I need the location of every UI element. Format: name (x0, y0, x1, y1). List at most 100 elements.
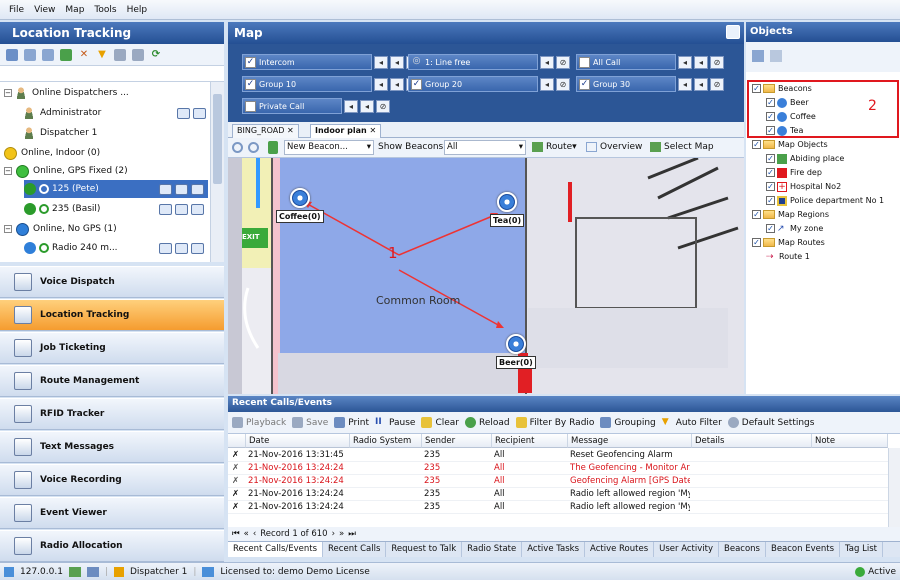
tab-recent-calls-events[interactable]: Recent Calls/Events (228, 542, 324, 557)
message-button[interactable] (175, 203, 188, 215)
checkbox-icon[interactable] (245, 100, 256, 112)
col-sender[interactable]: Sender (422, 434, 492, 448)
volume-icon[interactable]: ◂ (374, 77, 388, 91)
checkbox-checked-icon[interactable]: ✓ (752, 140, 761, 149)
tree-online-no-gps[interactable]: − Online, No GPS (1) (4, 220, 117, 238)
tree-online-gps[interactable]: − Online, GPS Fixed (2) (4, 162, 128, 180)
tools-icon[interactable]: ✕ (78, 49, 90, 61)
tab-beacon-events[interactable]: Beacon Events (766, 542, 840, 557)
menu-file[interactable]: File (4, 5, 29, 15)
first-record-icon[interactable]: ⏮ (232, 529, 240, 539)
call-button[interactable] (191, 242, 204, 254)
beacon-beer[interactable]: Beer(0) (496, 334, 536, 369)
table-row[interactable]: ✗ 21-Nov-2016 13:24:24 235 All The Geofe… (228, 462, 888, 475)
checkbox-checked-icon[interactable]: ✓ (752, 238, 761, 247)
tab-user-activity[interactable]: User Activity (654, 542, 720, 557)
checkbox-checked-icon[interactable]: ✓ (752, 210, 761, 219)
col-date[interactable]: Date (246, 434, 350, 448)
col-radio-system[interactable]: Radio System (350, 434, 422, 448)
beacon-tea[interactable]: Tea(0) (490, 192, 525, 227)
block-icon[interactable]: ⊘ (376, 99, 390, 113)
prev-page-icon[interactable]: « (244, 529, 249, 539)
mute-icon[interactable]: ◂ (360, 99, 374, 113)
obj-abiding-place[interactable]: ✓ Abiding place (766, 152, 844, 165)
table-scrollbar[interactable] (888, 448, 900, 528)
nav-rfid-tracker[interactable]: RFID Tracker (0, 398, 224, 430)
collapse-icon[interactable]: − (4, 167, 12, 175)
checkbox-checked-icon[interactable]: ✓ (245, 56, 256, 68)
locate-button[interactable] (159, 203, 172, 215)
tree-view-icon[interactable] (6, 48, 18, 61)
obj-route-1[interactable]: ⇢ Route 1 (766, 250, 810, 263)
checkbox-checked-icon[interactable]: ✓ (245, 78, 256, 90)
checkbox-icon[interactable] (579, 56, 590, 68)
add-beacon-icon[interactable] (268, 141, 278, 154)
volume-icon[interactable]: ◂ (374, 55, 388, 69)
zoom-in-icon[interactable] (232, 142, 243, 153)
group-private-call[interactable]: Private Call ◂ ◂ ⊘ (242, 98, 390, 114)
last-record-icon[interactable]: ⏭ (348, 529, 356, 539)
nav-text-messages[interactable]: Text Messages (0, 431, 224, 463)
list-view-icon[interactable] (752, 50, 764, 62)
print-button[interactable]: Print (334, 417, 369, 428)
block-icon[interactable]: ⊘ (710, 55, 724, 69)
grouping-button[interactable]: Grouping (600, 417, 656, 428)
nav-voice-dispatch[interactable]: Voice Dispatch (0, 266, 224, 298)
tab-tag-list[interactable]: Tag List (840, 542, 883, 557)
tab-beacons[interactable]: Beacons (719, 542, 766, 557)
obj-my-zone[interactable]: ✓ ↗ My zone (766, 222, 823, 235)
col-message[interactable]: Message (568, 434, 692, 448)
group-all-call[interactable]: All Call ◂ ◂ ⊘ (576, 54, 724, 70)
volume-icon[interactable]: ◂ (678, 55, 692, 69)
window-icon[interactable] (114, 48, 126, 61)
tree-scrollbar[interactable] (210, 82, 224, 262)
message-button[interactable] (177, 107, 190, 119)
checkbox-checked-icon[interactable]: ✓ (411, 78, 422, 90)
group-line-status[interactable]: ◎ 1: Line free ◂ ⊘ (408, 54, 570, 70)
scroll-thumb[interactable] (213, 94, 222, 184)
col-details[interactable]: Details (692, 434, 812, 448)
default-settings-button[interactable]: Default Settings (727, 417, 814, 428)
nav-voice-recording[interactable]: Voice Recording (0, 464, 224, 496)
tab-radio-state[interactable]: Radio State (462, 542, 523, 557)
menu-help[interactable]: Help (122, 5, 153, 15)
checkbox-checked-icon[interactable]: ✓ (766, 196, 775, 205)
table-row[interactable]: ✗ 21-Nov-2016 13:31:45 235 All Reset Geo… (228, 449, 888, 462)
new-beacon-select[interactable]: New Beacon... ▾ (284, 140, 374, 155)
mute-icon[interactable]: ◂ (540, 55, 554, 69)
group-30[interactable]: ✓ Group 30 ◂ ◂ ⊘ (576, 76, 724, 92)
obj-police[interactable]: ✓ Police department No 1 (766, 194, 884, 207)
tab-indoor-plan[interactable]: Indoor plan ✕ (310, 124, 382, 138)
obj-beacons[interactable]: ✓ Beacons (752, 82, 812, 95)
indoor-map[interactable]: EXIT Coffee(0) Tea(0) Beer(0) Common Roo… (228, 158, 744, 394)
reload-button[interactable]: Reload (464, 417, 510, 428)
call-button[interactable] (193, 107, 206, 119)
next-record-icon[interactable]: › (332, 529, 335, 539)
nav-route-management[interactable]: Route Management (0, 365, 224, 397)
mute-icon[interactable]: ◂ (540, 77, 554, 91)
nav-location-tracking[interactable]: Location Tracking (0, 299, 224, 331)
col-recipient[interactable]: Recipient (492, 434, 568, 448)
menu-view[interactable]: View (29, 5, 60, 15)
checkbox-checked-icon[interactable]: ✓ (766, 154, 775, 163)
group-icon[interactable] (60, 48, 72, 61)
beacon-coffee[interactable]: Coffee(0) (276, 188, 324, 223)
tree-online-dispatchers[interactable]: − Online Dispatchers ... (4, 84, 129, 102)
checkbox-checked-icon[interactable]: ✓ (766, 168, 775, 177)
nav-job-ticketing[interactable]: Job Ticketing (0, 332, 224, 364)
table-row[interactable]: ✗ 21-Nov-2016 13:24:24 235 All Radio lef… (228, 501, 888, 514)
zoom-out-icon[interactable] (248, 142, 259, 153)
hierarchy-view-icon[interactable] (42, 48, 54, 61)
message-button[interactable] (175, 183, 188, 195)
refresh-icon[interactable]: ⟳ (150, 49, 162, 61)
mute-icon[interactable]: ◂ (390, 55, 404, 69)
checkbox-checked-icon[interactable]: ✓ (766, 98, 775, 107)
locate-button[interactable] (159, 183, 172, 195)
tab-active-tasks[interactable]: Active Tasks (522, 542, 586, 557)
obj-coffee[interactable]: ✓ Coffee (766, 110, 816, 123)
obj-beer[interactable]: ✓ Beer (766, 96, 809, 109)
obj-hospital[interactable]: ✓ + Hospital No2 (766, 180, 841, 193)
select-map-button[interactable]: Select Map (650, 142, 714, 152)
obj-map-regions[interactable]: ✓ Map Regions (752, 208, 829, 221)
pause-button[interactable]: II Pause (375, 417, 415, 428)
